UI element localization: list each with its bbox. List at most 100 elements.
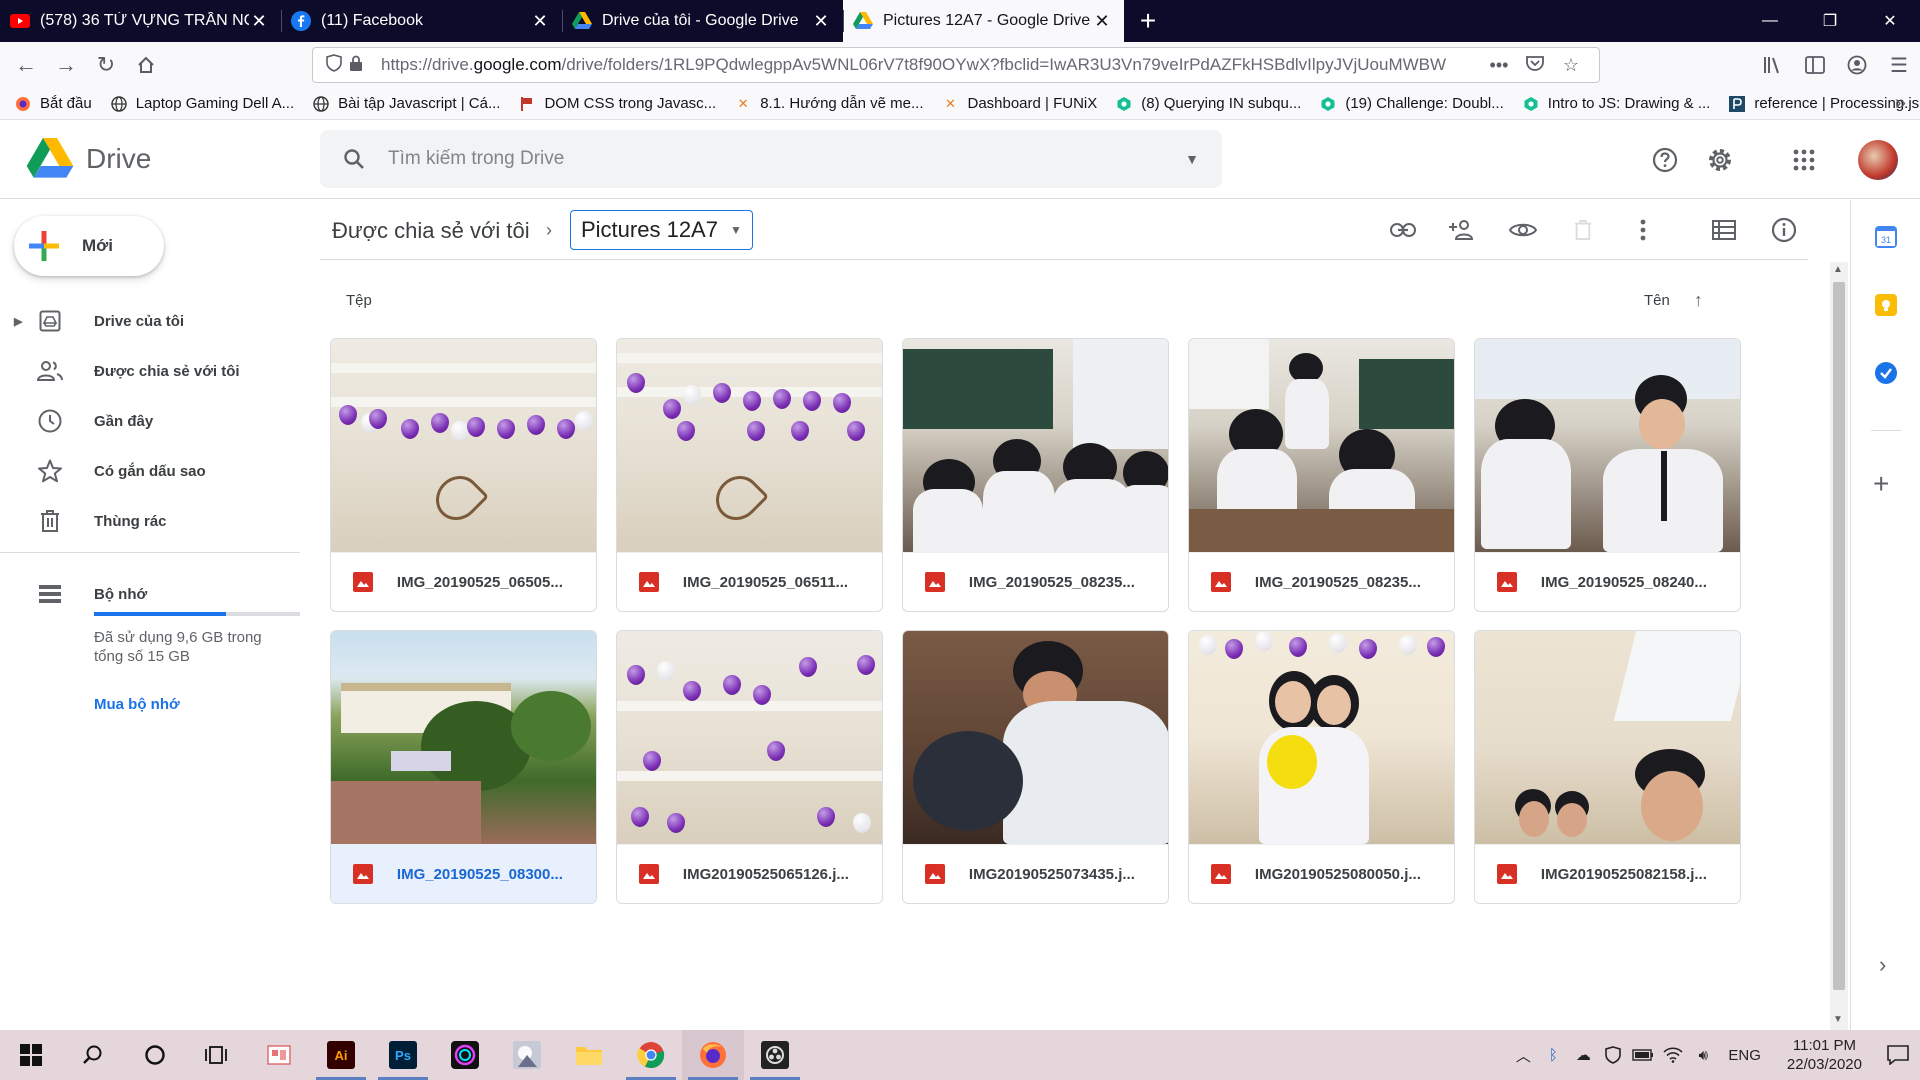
delete-trash-icon[interactable] [1559,206,1607,254]
page-actions-icon[interactable]: ••• [1481,55,1517,76]
menu-hamburger-icon[interactable]: ☰ [1878,45,1920,85]
tracking-protection-icon[interactable] [323,54,345,76]
help-icon[interactable] [1641,136,1689,184]
bookmarks-overflow-icon[interactable]: » [1895,92,1906,115]
file-card[interactable]: IMG20190525065126.j... [616,630,883,904]
bookmark-item[interactable]: Intro to JS: Drawing & ... [1522,95,1710,113]
tasks-icon[interactable] [1875,362,1897,384]
taskbar-clock[interactable]: 11:01 PM 22/03/2020 [1787,1036,1862,1074]
sidebar-item-recent[interactable]: Gần đây [0,396,300,446]
sidebar-item-trash[interactable]: Thùng rác [0,496,300,546]
file-explorer-icon[interactable] [558,1030,620,1080]
sidebar-item-starred[interactable]: Có gắn dấu sao [0,446,300,496]
pocket-icon[interactable] [1517,55,1553,76]
apps-grid-icon[interactable] [1780,136,1828,184]
sort-ascending-arrow-icon[interactable]: ↑ [1694,290,1703,311]
close-tab-icon[interactable]: ✕ [1092,11,1112,32]
bookmark-item[interactable]: DOM CSS trong Javasc... [518,95,716,113]
file-card[interactable]: IMG_20190525_08240... [1474,338,1741,612]
drive-search-box[interactable]: Tìm kiếm trong Drive ▼ [320,130,1222,188]
bookmark-item[interactable]: (8) Querying IN subqu... [1115,95,1301,113]
files-scrollbar[interactable]: ▲ ▼ [1830,262,1848,1030]
file-card[interactable]: IMG_20190525_08235... [902,338,1169,612]
home-icon[interactable] [126,45,166,85]
share-add-person-icon[interactable] [1439,206,1487,254]
calendar-icon[interactable]: 31 [1875,226,1897,248]
collapse-panel-chevron-icon[interactable]: › [1879,952,1886,978]
file-card[interactable]: IMG20190525073435.j... [902,630,1169,904]
aura-icon[interactable] [434,1030,496,1080]
onedrive-cloud-icon[interactable]: ☁ [1568,1046,1598,1064]
sidebar-toggle-icon[interactable] [1794,45,1836,85]
address-bar[interactable]: https://drive.google.com/drive/folders/1… [312,47,1600,83]
file-card[interactable]: IMG_20190525_08235... [1188,338,1455,612]
battery-icon[interactable] [1628,1049,1658,1061]
bluetooth-icon[interactable]: ᛒ [1538,1047,1568,1064]
sidebar-item-my-drive[interactable]: ▶ Drive của tôi [0,296,300,346]
file-card[interactable]: IMG20190525082158.j... [1474,630,1741,904]
bookmark-star-icon[interactable]: ☆ [1553,55,1589,76]
minimize-window-icon[interactable]: — [1740,0,1800,42]
sort-control[interactable]: Tên ↑ [1644,290,1703,311]
obs-icon[interactable] [744,1030,806,1080]
get-link-icon[interactable] [1379,206,1427,254]
file-card[interactable]: IMG_20190525_08300... [330,630,597,904]
windows-start-icon[interactable] [0,1030,62,1080]
list-view-icon[interactable] [1700,206,1748,254]
tray-overflow-chevron-icon[interactable]: ︿ [1508,1045,1538,1066]
close-window-icon[interactable]: ✕ [1860,0,1920,42]
restore-window-icon[interactable]: ❐ [1800,0,1860,42]
sidebar-item-storage[interactable]: Bộ nhớ [0,572,300,616]
buy-storage-link[interactable]: Mua bộ nhớ [94,696,180,713]
preview-eye-icon[interactable] [1499,206,1547,254]
library-icon[interactable] [1752,45,1794,85]
game-icon[interactable] [496,1030,558,1080]
more-actions-icon[interactable] [1619,206,1667,254]
file-card[interactable]: IMG_20190525_06511... [616,338,883,612]
browser-tab-youtube[interactable]: (578) 36 TỪ VỰNG TRẦN NGẢI ✕ [0,0,281,42]
browser-tab-pictures[interactable]: Pictures 12A7 - Google Drive ✕ [843,0,1124,42]
details-info-icon[interactable] [1760,206,1808,254]
app-icon[interactable] [248,1030,310,1080]
task-view-icon[interactable] [186,1030,248,1080]
chrome-icon[interactable] [620,1030,682,1080]
search-icon[interactable] [62,1030,124,1080]
bookmark-item[interactable]: Bài tập Javascript | Cá... [312,95,500,113]
close-tab-icon[interactable]: ✕ [811,11,831,32]
breadcrumb-parent[interactable]: Được chia sẻ với tôi [332,218,530,244]
expand-caret-icon[interactable]: ▶ [14,315,22,328]
back-icon[interactable]: ← [6,45,46,85]
new-button[interactable]: Mới [14,216,164,276]
get-addons-plus-icon[interactable]: + [1873,468,1889,500]
keep-icon[interactable] [1875,294,1897,316]
bookmark-item[interactable]: ✕ Dashboard | FUNiX [941,95,1097,113]
photoshop-icon[interactable]: Ps [372,1030,434,1080]
sidebar-item-shared[interactable]: Được chia sẻ với tôi [0,346,300,396]
volume-icon[interactable]: 🔊︎ [1688,1047,1718,1064]
illustrator-icon[interactable]: Ai [310,1030,372,1080]
search-options-icon[interactable]: ▼ [1162,151,1222,167]
scroll-up-arrow-icon[interactable]: ▲ [1833,264,1843,275]
lock-icon[interactable] [345,55,367,75]
security-shield-icon[interactable] [1598,1046,1628,1064]
file-card[interactable]: IMG_20190525_06505... [330,338,597,612]
close-tab-icon[interactable]: ✕ [249,11,269,32]
close-tab-icon[interactable]: ✕ [530,11,550,32]
bookmark-item[interactable]: reference | Processing.js [1728,95,1919,113]
bookmark-item[interactable]: Laptop Gaming Dell A... [110,95,294,113]
firefox-icon[interactable] [682,1030,744,1080]
search-input[interactable]: Tìm kiếm trong Drive [388,148,1162,170]
bookmark-item[interactable]: ✕ 8.1. Hướng dẫn vẽ me... [734,95,924,113]
scroll-down-arrow-icon[interactable]: ▼ [1833,1014,1843,1025]
account-avatar[interactable] [1858,140,1898,180]
new-tab-button[interactable]: + [1124,0,1172,42]
bookmark-item[interactable]: (19) Challenge: Doubl... [1319,95,1504,113]
settings-gear-icon[interactable] [1696,136,1744,184]
bookmark-item[interactable]: Bắt đầu [14,95,92,113]
input-language[interactable]: ENG [1728,1047,1761,1064]
browser-tab-drive-home[interactable]: Drive của tôi - Google Drive ✕ [562,0,843,42]
reload-icon[interactable]: ↻ [86,45,126,85]
forward-icon[interactable]: → [46,45,86,85]
drive-logo[interactable]: Drive [26,138,151,180]
wifi-icon[interactable] [1658,1047,1688,1063]
